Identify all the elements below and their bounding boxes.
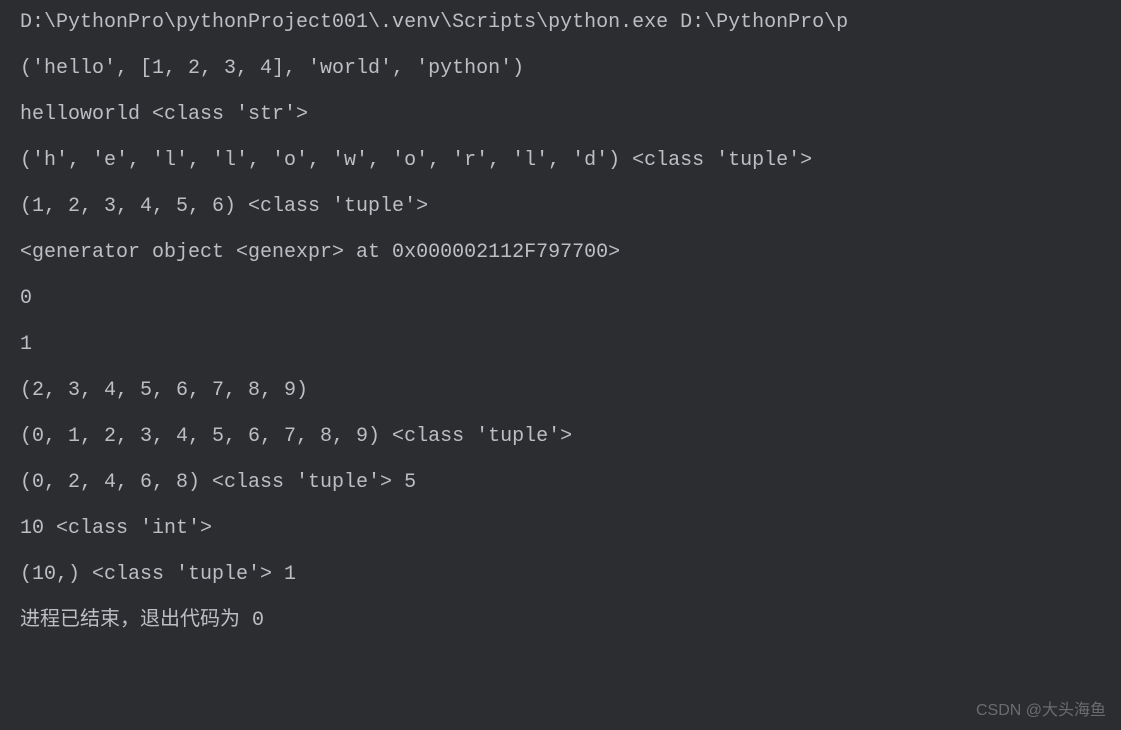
output-line: 进程已结束，退出代码为 0 xyxy=(20,598,1121,644)
output-line: 1 xyxy=(20,322,1121,368)
output-line: (1, 2, 3, 4, 5, 6) <class 'tuple'> xyxy=(20,184,1121,230)
output-line: (10,) <class 'tuple'> 1 xyxy=(20,552,1121,598)
output-line: ('hello', [1, 2, 3, 4], 'world', 'python… xyxy=(20,46,1121,92)
output-line: (0, 2, 4, 6, 8) <class 'tuple'> 5 xyxy=(20,460,1121,506)
output-line: D:\PythonPro\pythonProject001\.venv\Scri… xyxy=(20,0,1121,46)
output-line: (0, 1, 2, 3, 4, 5, 6, 7, 8, 9) <class 't… xyxy=(20,414,1121,460)
output-line: (2, 3, 4, 5, 6, 7, 8, 9) xyxy=(20,368,1121,414)
watermark: CSDN @大头海鱼 xyxy=(976,696,1106,720)
output-line: ('h', 'e', 'l', 'l', 'o', 'w', 'o', 'r',… xyxy=(20,138,1121,184)
console-output: D:\PythonPro\pythonProject001\.venv\Scri… xyxy=(0,0,1121,644)
output-line: 0 xyxy=(20,276,1121,322)
output-line: <generator object <genexpr> at 0x0000021… xyxy=(20,230,1121,276)
output-line: helloworld <class 'str'> xyxy=(20,92,1121,138)
output-line: 10 <class 'int'> xyxy=(20,506,1121,552)
